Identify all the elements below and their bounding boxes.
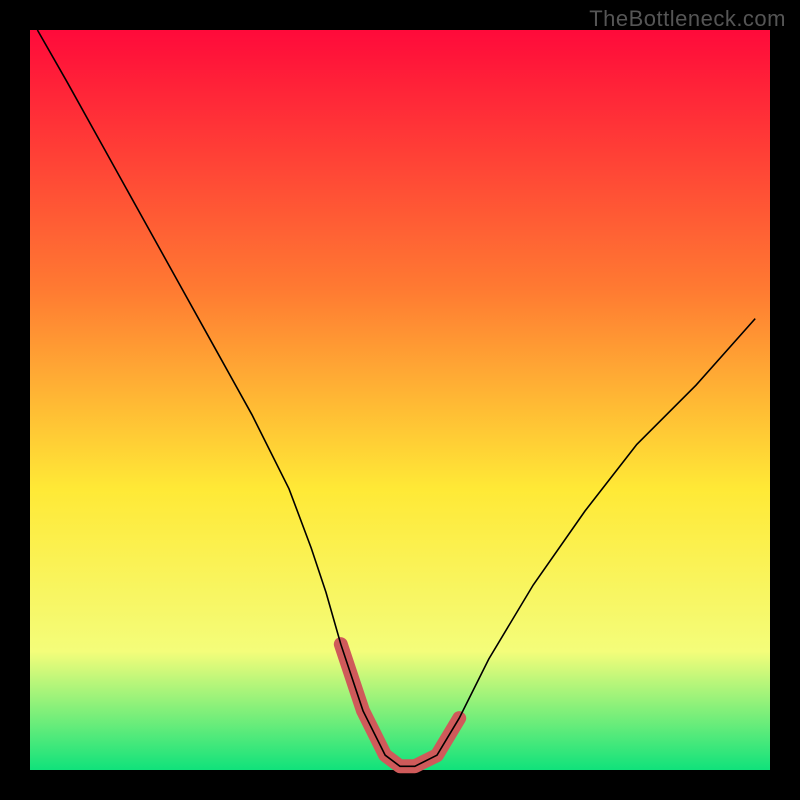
- plot-background: [30, 30, 770, 770]
- chart-container: TheBottleneck.com: [0, 0, 800, 800]
- chart-svg: [0, 0, 800, 800]
- watermark-text: TheBottleneck.com: [589, 6, 786, 32]
